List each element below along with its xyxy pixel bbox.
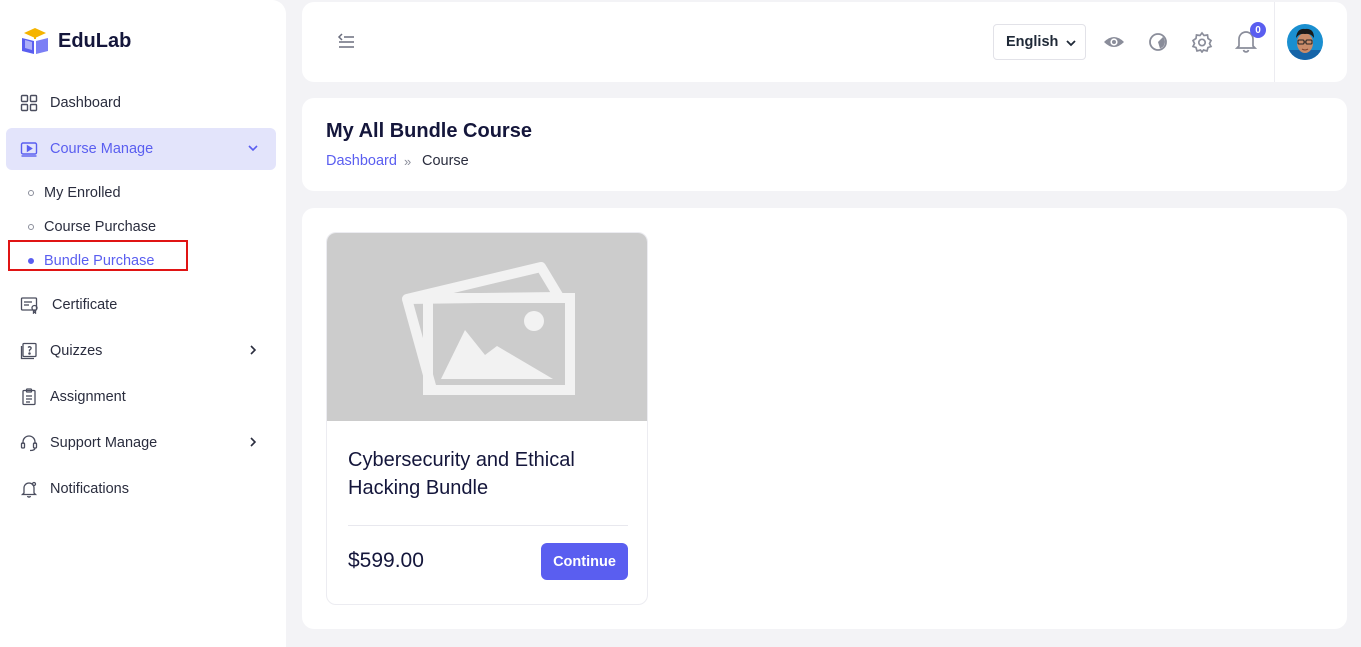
page-header: My All Bundle Course Dashboard » Course — [302, 98, 1347, 191]
gear-icon[interactable] — [1191, 31, 1213, 53]
notification-count-badge: 0 — [1250, 22, 1266, 38]
clipboard-icon — [22, 388, 36, 406]
bell-icon — [20, 481, 38, 498]
breadcrumb-separator: » — [404, 154, 412, 169]
sidebar-toggle-icon[interactable] — [336, 32, 356, 50]
sidebar: EduLab Dashboard Course Manage My Enroll… — [0, 0, 286, 647]
sidebar-subitem-label: Course Purchase — [44, 219, 157, 235]
brand-logo[interactable]: EduLab — [20, 26, 131, 56]
chevron-down-icon — [248, 145, 258, 152]
bundle-card: Cybersecurity and Ethical Hacking Bundle… — [326, 232, 648, 605]
bullet-dot-icon — [28, 190, 34, 196]
theme-toggle-icon[interactable] — [1148, 31, 1168, 53]
language-value: English — [1006, 34, 1059, 50]
avatar[interactable] — [1287, 24, 1323, 60]
page-title: My All Bundle Course — [326, 120, 532, 142]
breadcrumb-dashboard-link[interactable]: Dashboard — [326, 153, 397, 169]
sidebar-item-assignment[interactable]: Assignment — [6, 376, 276, 418]
bundle-thumbnail — [327, 233, 647, 421]
user-photo-icon — [1287, 24, 1323, 60]
brand-name: EduLab — [58, 29, 132, 52]
certificate-icon — [20, 297, 38, 314]
sidebar-subitem-label: My Enrolled — [44, 185, 121, 201]
chevron-right-icon — [250, 437, 257, 447]
sidebar-subitem-my-enrolled[interactable]: My Enrolled — [28, 185, 121, 201]
sidebar-item-dashboard[interactable]: Dashboard — [6, 82, 276, 124]
breadcrumb-current: Course — [422, 153, 469, 169]
bundle-list: Cybersecurity and Ethical Hacking Bundle… — [302, 208, 1347, 629]
sidebar-item-label: Notifications — [50, 481, 129, 497]
bundle-title[interactable]: Cybersecurity and Ethical Hacking Bundle — [348, 446, 618, 502]
topbar-divider — [1274, 2, 1275, 82]
chevron-down-icon — [1066, 40, 1076, 47]
image-placeholder-icon — [402, 262, 575, 395]
continue-button[interactable]: Continue — [541, 543, 628, 580]
card-divider — [348, 525, 628, 526]
sidebar-item-label: Support Manage — [50, 435, 158, 451]
quiz-icon — [20, 342, 37, 360]
eye-icon[interactable] — [1103, 31, 1125, 53]
sidebar-item-label: Assignment — [50, 389, 126, 405]
highlight-box — [8, 240, 188, 271]
bullet-dot-icon — [28, 224, 34, 230]
sidebar-item-certificate[interactable]: Certificate — [6, 284, 276, 326]
bundle-price: $599.00 — [348, 549, 424, 572]
top-bar: English 0 — [302, 2, 1347, 82]
headset-icon — [20, 435, 38, 452]
sidebar-item-support-manage[interactable]: Support Manage — [6, 422, 276, 464]
graduation-book-icon — [22, 28, 48, 54]
sidebar-subitem-course-purchase[interactable]: Course Purchase — [28, 219, 156, 235]
chevron-right-icon — [250, 345, 257, 355]
sidebar-item-notifications[interactable]: Notifications — [6, 468, 276, 510]
video-course-icon — [20, 142, 38, 157]
sidebar-item-label: Dashboard — [50, 95, 121, 111]
sidebar-item-label: Course Manage — [50, 141, 154, 157]
language-select[interactable]: English — [993, 24, 1086, 60]
sidebar-item-label: Quizzes — [50, 343, 103, 359]
sidebar-item-quizzes[interactable]: Quizzes — [6, 330, 276, 372]
sidebar-item-course-manage[interactable]: Course Manage — [6, 128, 276, 170]
sidebar-item-label: Certificate — [52, 297, 118, 313]
dashboard-grid-icon — [20, 94, 38, 112]
